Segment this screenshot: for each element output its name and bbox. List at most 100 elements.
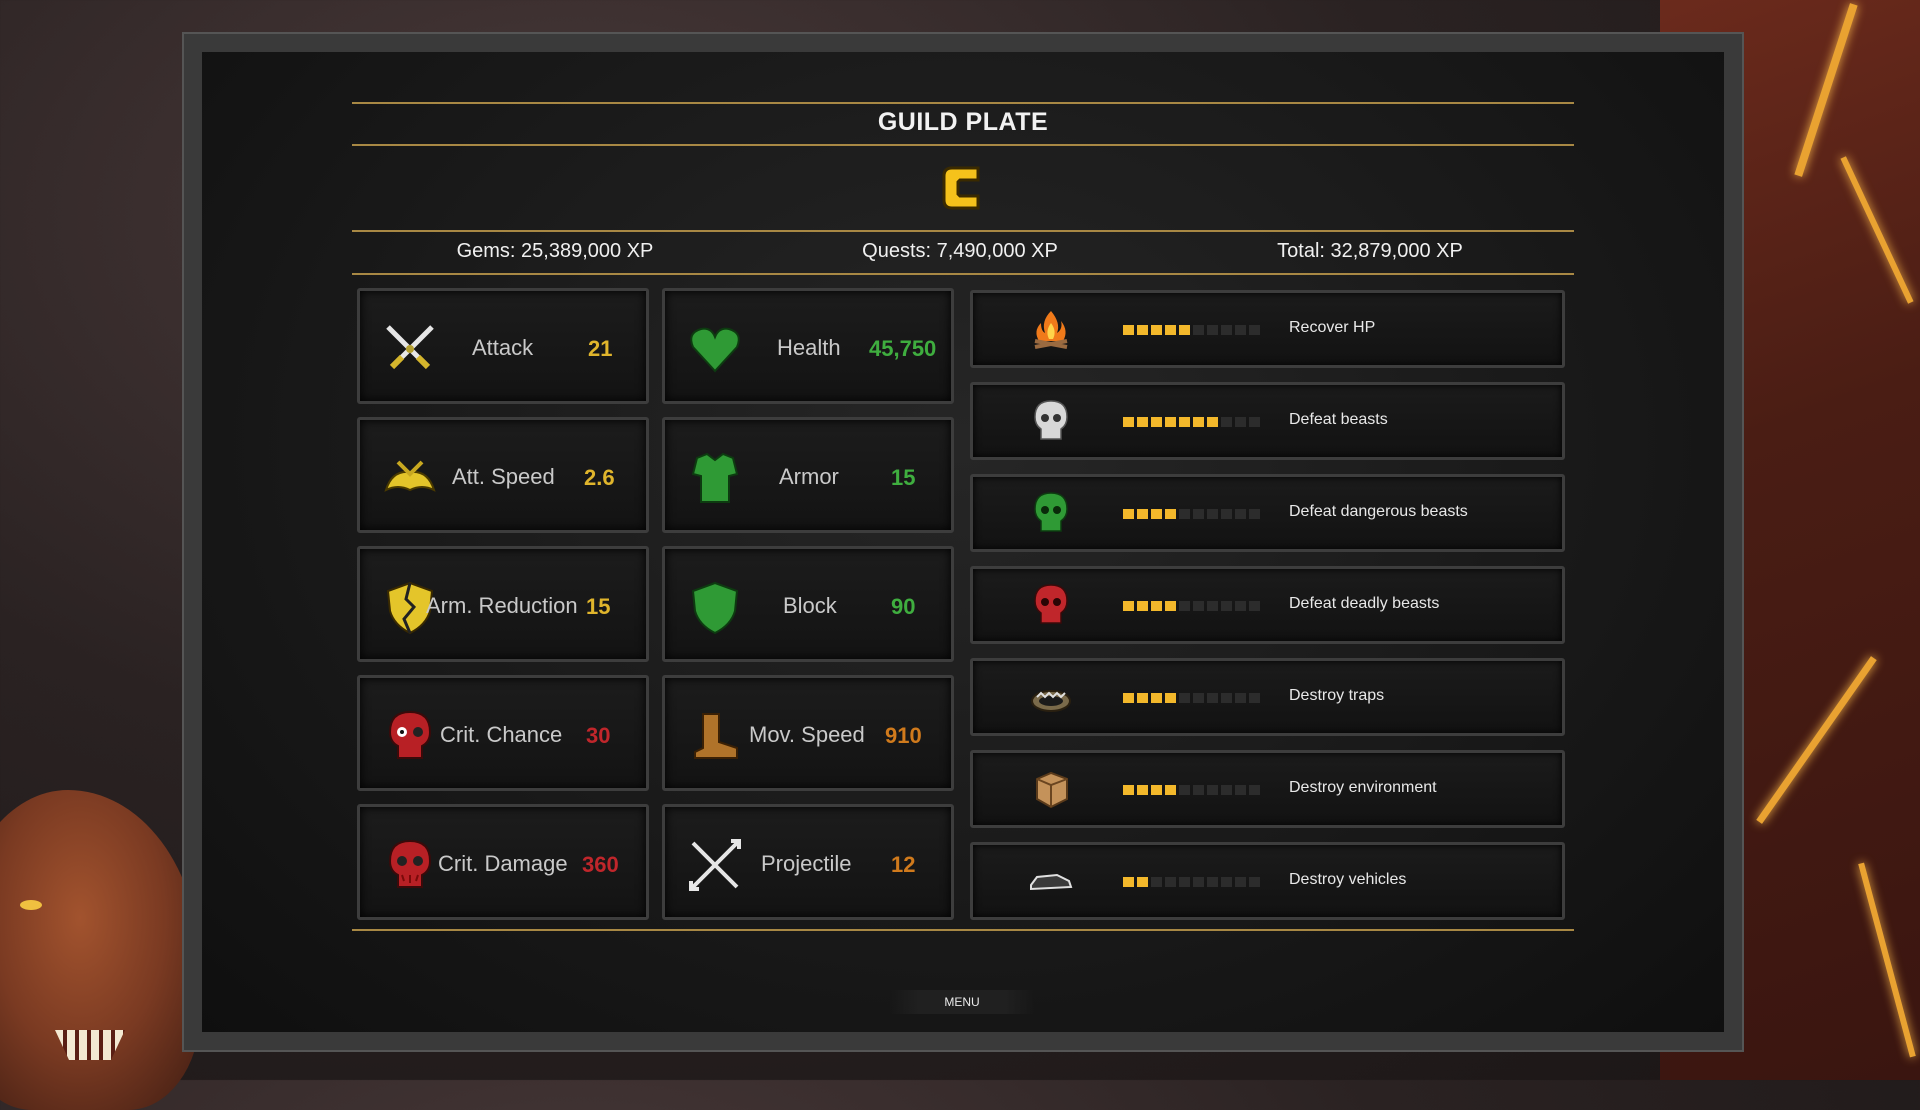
objective-destroy-traps[interactable]: Destroy traps — [970, 658, 1565, 736]
progress-segment — [1165, 877, 1176, 887]
stat-value: 30 — [586, 723, 611, 748]
stat-name: Crit. Damage — [438, 851, 568, 876]
gems-xp: Gems: 25,389,000 XP — [456, 240, 654, 262]
progress-segment — [1221, 785, 1232, 795]
background-wolf — [0, 790, 200, 1110]
progress-segment — [1151, 601, 1162, 611]
progress-segment — [1137, 325, 1148, 335]
stat-value: 90 — [891, 594, 916, 619]
progress-segment — [1151, 877, 1162, 887]
stat-value: 21 — [588, 336, 613, 361]
objective-label: Destroy vehicles — [1289, 871, 1407, 888]
progress-segment — [1179, 785, 1190, 795]
bloody-skull-icon — [388, 839, 432, 888]
crate-icon — [1036, 771, 1068, 809]
progress-bar — [1123, 601, 1260, 611]
progress-segment — [1137, 877, 1148, 887]
progress-segment — [1179, 693, 1190, 703]
wolf-teeth — [55, 1030, 125, 1060]
progress-segment — [1179, 877, 1190, 887]
progress-segment — [1137, 785, 1148, 795]
objective-defeat-beasts[interactable]: Defeat beasts — [970, 382, 1565, 460]
progress-segment — [1249, 785, 1260, 795]
objective-defeat-dangerous-beasts[interactable]: Defeat dangerous beasts — [970, 474, 1565, 552]
stat-card-projectile[interactable]: Projectile 12 — [662, 804, 954, 920]
progress-segment — [1235, 509, 1246, 519]
heart-icon — [690, 327, 740, 373]
progress-segment — [1137, 601, 1148, 611]
wolf-eye — [20, 900, 42, 910]
objective-label: Defeat beasts — [1289, 411, 1388, 428]
progress-segment — [1151, 693, 1162, 703]
shield-icon — [691, 581, 739, 635]
progress-segment — [1235, 325, 1246, 335]
progress-segment — [1165, 325, 1176, 335]
stat-card-block[interactable]: Block 90 — [662, 546, 954, 662]
stat-card-mov-speed[interactable]: Mov. Speed 910 — [662, 675, 954, 791]
crossed-arrows-icon — [689, 839, 741, 891]
progress-segment — [1137, 509, 1148, 519]
stat-name: Arm. Reduction — [426, 593, 578, 618]
progress-segment — [1249, 877, 1260, 887]
crit-skull-icon — [388, 710, 432, 759]
progress-bar — [1123, 417, 1260, 427]
stat-value: 12 — [891, 852, 916, 877]
stat-card-health[interactable]: Health 45,750 — [662, 288, 954, 404]
progress-segment — [1207, 785, 1218, 795]
stat-name: Armor — [779, 464, 839, 489]
boot-icon — [694, 713, 738, 759]
stat-card-crit-chance[interactable]: Crit. Chance 30 — [357, 675, 649, 791]
progress-segment — [1137, 417, 1148, 427]
progress-bar — [1123, 785, 1260, 795]
progress-segment — [1235, 601, 1246, 611]
stat-name: Block — [783, 593, 837, 618]
progress-bar — [1123, 693, 1260, 703]
progress-segment — [1249, 693, 1260, 703]
progress-segment — [1179, 325, 1190, 335]
stat-card-arm-reduction[interactable]: Arm. Reduction 15 — [357, 546, 649, 662]
stat-name: Health — [777, 335, 841, 360]
stat-value: 15 — [891, 465, 916, 490]
stat-name: Attack — [472, 335, 534, 360]
progress-segment — [1207, 509, 1218, 519]
objective-destroy-vehicles[interactable]: Destroy vehicles — [970, 842, 1565, 920]
objective-label: Recover HP — [1289, 319, 1376, 336]
progress-segment — [1249, 601, 1260, 611]
progress-segment — [1123, 417, 1134, 427]
objective-destroy-environment[interactable]: Destroy environment — [970, 750, 1565, 828]
progress-segment — [1207, 325, 1218, 335]
stat-name: Att. Speed — [452, 464, 555, 489]
progress-segment — [1235, 877, 1246, 887]
progress-segment — [1151, 417, 1162, 427]
stat-name: Crit. Chance — [440, 722, 563, 747]
menu-button[interactable]: MENU — [890, 990, 1034, 1014]
progress-bar — [1123, 509, 1260, 519]
progress-segment — [1165, 693, 1176, 703]
rank-badge: C — [942, 166, 980, 210]
quests-xp: Quests: 7,490,000 XP — [862, 240, 1058, 262]
progress-segment — [1123, 785, 1134, 795]
stat-card-crit-damage[interactable]: Crit. Damage 360 — [357, 804, 649, 920]
stat-value: 15 — [586, 594, 611, 619]
progress-segment — [1193, 601, 1204, 611]
total-xp: Total: 32,879,000 XP — [1277, 240, 1463, 262]
progress-segment — [1221, 325, 1232, 335]
objective-label: Defeat deadly beasts — [1289, 595, 1440, 612]
stat-card-armor[interactable]: Armor 15 — [662, 417, 954, 533]
stat-card-att-speed[interactable]: Att. Speed 2.6 — [357, 417, 649, 533]
objective-defeat-deadly-beasts[interactable]: Defeat deadly beasts — [970, 566, 1565, 644]
objective-label: Defeat dangerous beasts — [1289, 503, 1468, 520]
progress-bar — [1123, 877, 1260, 887]
progress-segment — [1235, 785, 1246, 795]
progress-segment — [1193, 417, 1204, 427]
stat-name: Mov. Speed — [749, 722, 865, 747]
progress-segment — [1221, 601, 1232, 611]
divider — [352, 929, 1574, 931]
stat-card-attack[interactable]: Attack 21 — [357, 288, 649, 404]
progress-segment — [1207, 693, 1218, 703]
progress-segment — [1249, 325, 1260, 335]
crossed-swords-icon — [386, 325, 434, 370]
objective-recover-hp[interactable]: Recover HP — [970, 290, 1565, 368]
progress-segment — [1193, 877, 1204, 887]
progress-segment — [1179, 509, 1190, 519]
